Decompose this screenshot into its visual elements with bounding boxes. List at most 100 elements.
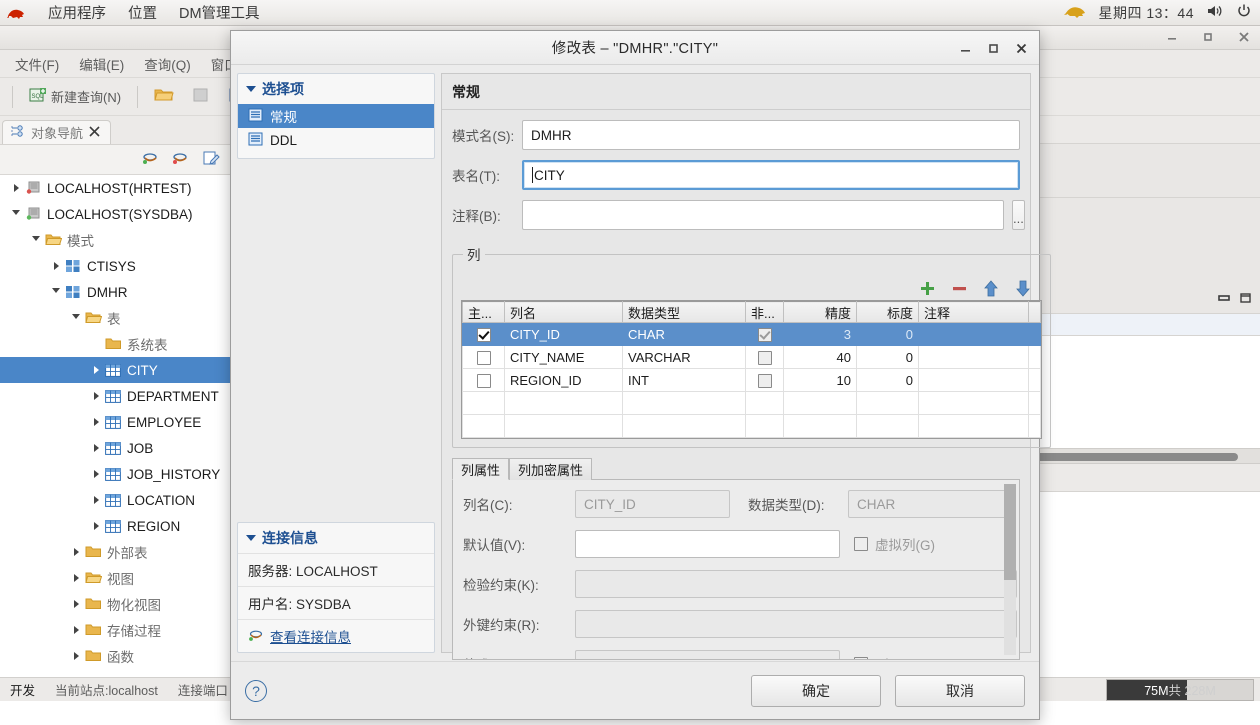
tree-node-localhost-hrtest-[interactable]: LOCALHOST(HRTEST) bbox=[0, 175, 232, 201]
close-icon[interactable] bbox=[89, 125, 100, 140]
tree-node--[interactable]: 视图 bbox=[0, 565, 232, 591]
tree-twisty[interactable] bbox=[68, 600, 84, 608]
cell-notnull[interactable] bbox=[745, 391, 784, 415]
tree-twisty[interactable] bbox=[88, 522, 104, 530]
menu-query[interactable]: 查询(Q) bbox=[135, 51, 200, 77]
cell-name[interactable]: REGION_ID bbox=[504, 368, 623, 392]
tree-twisty[interactable] bbox=[88, 496, 104, 504]
menu-file[interactable]: 文件(F) bbox=[6, 51, 68, 77]
table-row[interactable]: CITY_ID CHAR 3 0 bbox=[462, 322, 1041, 346]
cell-notnull[interactable] bbox=[745, 322, 784, 346]
tree-node-job-history[interactable]: JOB_HISTORY bbox=[0, 461, 232, 487]
cell-type[interactable] bbox=[622, 391, 746, 415]
folder-open-icon[interactable] bbox=[148, 87, 180, 106]
volume-icon[interactable] bbox=[1206, 3, 1224, 22]
cell-name[interactable]: CITY_NAME bbox=[504, 345, 623, 369]
col-header-pk[interactable]: 主... bbox=[462, 301, 505, 323]
checkbox[interactable] bbox=[476, 373, 491, 388]
tab-column-encryption-properties[interactable]: 列加密属性 bbox=[509, 458, 593, 480]
checkbox[interactable] bbox=[757, 373, 772, 388]
tree-twisty[interactable] bbox=[68, 626, 84, 634]
new-query-button[interactable]: SQL 新建查询(N) bbox=[23, 84, 127, 109]
tree-node-department[interactable]: DEPARTMENT bbox=[0, 383, 232, 409]
cell-name[interactable] bbox=[504, 414, 623, 438]
tree-node-ctisys[interactable]: CTISYS bbox=[0, 253, 232, 279]
options-section-header[interactable]: 选择项 bbox=[238, 74, 434, 104]
cell-comment[interactable] bbox=[918, 345, 1029, 369]
tree-twisty[interactable] bbox=[8, 184, 24, 192]
tree-node--[interactable]: 函数 bbox=[0, 643, 232, 669]
tree-node-dmhr[interactable]: DMHR bbox=[0, 279, 232, 305]
cell-notnull[interactable] bbox=[745, 414, 784, 438]
col-header-precision[interactable]: 精度 bbox=[783, 301, 857, 323]
cell-precision[interactable]: 3 bbox=[783, 322, 857, 346]
col-header-comment[interactable]: 注释 bbox=[918, 301, 1029, 323]
cell-comment[interactable] bbox=[918, 414, 1029, 438]
app-maximize-button[interactable] bbox=[1202, 31, 1214, 46]
col-header-scale[interactable]: 标度 bbox=[856, 301, 919, 323]
checkbox[interactable] bbox=[757, 350, 772, 365]
tree-node-region[interactable]: REGION bbox=[0, 513, 232, 539]
option-general[interactable]: 常规 bbox=[238, 104, 434, 128]
panel-item-applications[interactable]: 应用程序 bbox=[48, 2, 106, 23]
menu-edit[interactable]: 编辑(E) bbox=[70, 51, 133, 77]
view-connection-info-link[interactable]: 查看连接信息 bbox=[270, 626, 351, 646]
tree-node--[interactable]: 表 bbox=[0, 305, 232, 331]
dialog-maximize-button[interactable] bbox=[979, 31, 1007, 65]
comment-input[interactable] bbox=[522, 200, 1004, 230]
option-ddl[interactable]: DDL bbox=[238, 128, 434, 152]
schema-input[interactable]: DMHR bbox=[522, 120, 1020, 150]
tree-twisty[interactable] bbox=[88, 470, 104, 478]
power-icon[interactable] bbox=[1236, 3, 1252, 22]
tree-twisty[interactable] bbox=[68, 313, 84, 323]
tree-twisty[interactable] bbox=[88, 418, 104, 426]
tree-twisty[interactable] bbox=[88, 392, 104, 400]
cell-precision[interactable]: 40 bbox=[783, 345, 857, 369]
panel-item-dm-tool[interactable]: DM管理工具 bbox=[179, 2, 260, 23]
app-close-button[interactable] bbox=[1238, 31, 1250, 46]
panel-item-places[interactable]: 位置 bbox=[128, 2, 157, 23]
table-row[interactable]: REGION_ID INT 10 0 bbox=[462, 368, 1041, 392]
col-header-name[interactable]: 列名 bbox=[504, 301, 623, 323]
editor-restore-icon[interactable] bbox=[1240, 292, 1254, 307]
disconnect-icon[interactable] bbox=[172, 150, 190, 169]
cell-scale[interactable]: 0 bbox=[856, 322, 919, 346]
remove-column-icon[interactable] bbox=[950, 279, 968, 297]
cell-scale[interactable]: 0 bbox=[856, 345, 919, 369]
connection-section-header[interactable]: 连接信息 bbox=[238, 523, 434, 553]
app-minimize-button[interactable] bbox=[1166, 31, 1178, 46]
move-down-icon[interactable] bbox=[1014, 279, 1032, 297]
tree-node-localhost-sysdba-[interactable]: LOCALHOST(SYSDBA) bbox=[0, 201, 232, 227]
col-header-type[interactable]: 数据类型 bbox=[622, 301, 746, 323]
move-up-icon[interactable] bbox=[982, 279, 1000, 297]
tree-node-job[interactable]: JOB bbox=[0, 435, 232, 461]
column-name-input[interactable]: CITY_ID bbox=[575, 490, 730, 518]
cell-scale[interactable] bbox=[856, 391, 919, 415]
cell-name[interactable] bbox=[504, 391, 623, 415]
table-row[interactable] bbox=[462, 414, 1041, 438]
tree-node--[interactable]: 物化视图 bbox=[0, 591, 232, 617]
tree-twisty[interactable] bbox=[68, 652, 84, 660]
tree-twisty[interactable] bbox=[8, 209, 24, 219]
cell-pk[interactable] bbox=[462, 391, 505, 415]
tree-node--[interactable]: 模式 bbox=[0, 227, 232, 253]
connection-link-row[interactable]: 查看连接信息 bbox=[238, 619, 434, 652]
cell-type[interactable]: CHAR bbox=[622, 322, 746, 346]
tree-node--[interactable]: 系统表 bbox=[0, 331, 232, 357]
tree-twisty[interactable] bbox=[48, 287, 64, 297]
tree-twisty[interactable] bbox=[68, 574, 84, 582]
tree-node-employee[interactable]: EMPLOYEE bbox=[0, 409, 232, 435]
tab-object-navigator[interactable]: 对象导航 bbox=[2, 120, 112, 144]
help-icon[interactable]: ? bbox=[245, 679, 267, 702]
cell-comment[interactable] bbox=[918, 391, 1029, 415]
cell-comment[interactable] bbox=[918, 322, 1029, 346]
cell-type[interactable]: INT bbox=[622, 368, 746, 392]
refresh-connect-icon[interactable] bbox=[142, 150, 160, 169]
unique-select[interactable]: 否 bbox=[575, 650, 840, 659]
foreign-key-input[interactable] bbox=[575, 610, 1017, 638]
cell-type[interactable]: VARCHAR bbox=[622, 345, 746, 369]
script-icon[interactable] bbox=[186, 87, 216, 106]
virtual-column-checkbox[interactable]: 虚拟列(G) bbox=[854, 534, 935, 554]
cell-precision[interactable] bbox=[783, 414, 857, 438]
tree-twisty[interactable] bbox=[48, 262, 64, 270]
